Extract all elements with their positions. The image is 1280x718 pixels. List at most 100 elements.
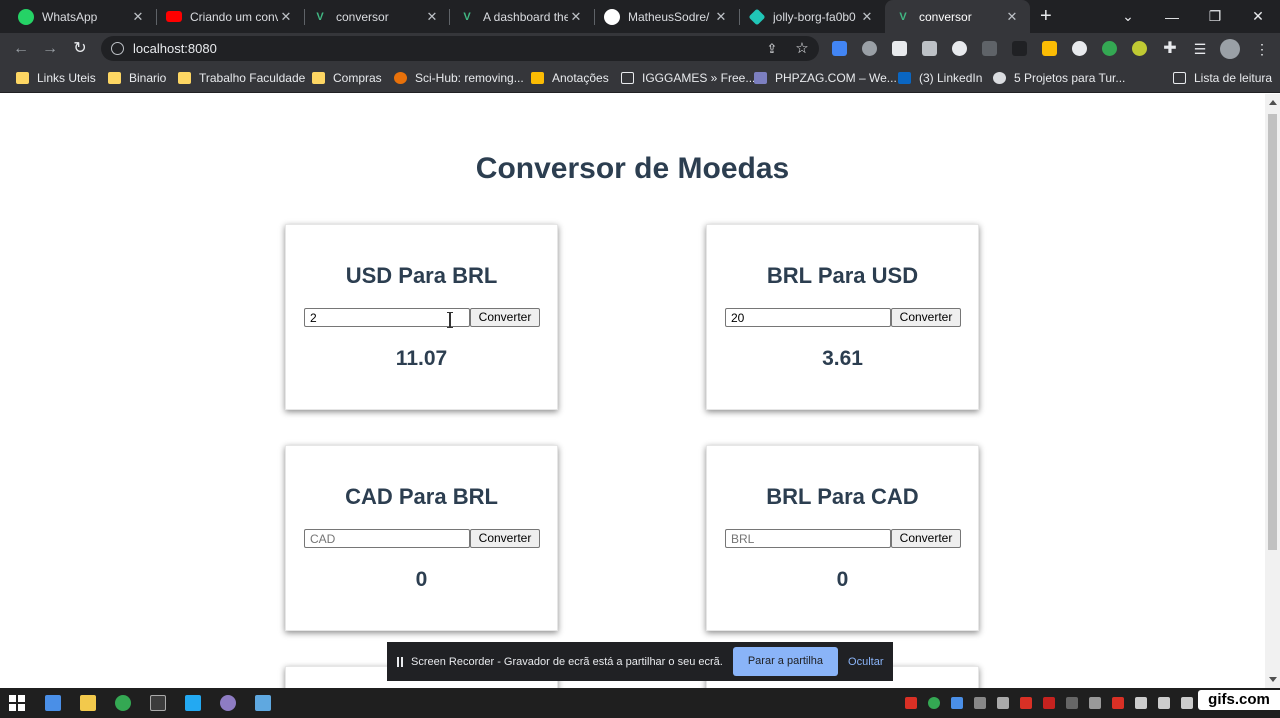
extension-adblock-icon[interactable] bbox=[862, 41, 877, 56]
tray-icon[interactable] bbox=[1043, 697, 1055, 709]
extension-s-icon[interactable] bbox=[922, 41, 937, 56]
windows-start-icon[interactable] bbox=[9, 695, 25, 711]
convert-button[interactable]: Converter bbox=[470, 529, 540, 548]
amount-input[interactable] bbox=[304, 308, 470, 327]
vscode-icon[interactable] bbox=[185, 695, 201, 711]
tray-icon[interactable] bbox=[905, 697, 917, 709]
convert-button[interactable]: Converter bbox=[470, 308, 540, 327]
close-icon[interactable]: ✕ bbox=[130, 9, 146, 25]
extension-icon[interactable] bbox=[982, 41, 997, 56]
card-heading: CAD Para BRL bbox=[345, 484, 498, 509]
amount-input[interactable] bbox=[304, 529, 470, 548]
tab-netlify[interactable]: jolly-borg-fa0b0 ✕ bbox=[739, 0, 885, 33]
tray-icon[interactable] bbox=[1020, 697, 1032, 709]
extension-b-icon[interactable] bbox=[1042, 41, 1057, 56]
card-usd-brl: USD Para BRL Converter 11.07 bbox=[285, 224, 558, 410]
tab-conversor-active[interactable]: V conversor ✕ bbox=[885, 0, 1030, 33]
bookmark-scihub[interactable]: Sci-Hub: removing... bbox=[394, 71, 524, 85]
bookmark-label: Binario bbox=[129, 71, 167, 85]
tray-icon[interactable] bbox=[974, 697, 986, 709]
convert-button[interactable]: Converter bbox=[891, 529, 961, 548]
chrome-icon[interactable] bbox=[115, 695, 131, 711]
menu-icon[interactable]: ⋮ bbox=[1252, 39, 1272, 59]
app-icon[interactable] bbox=[220, 695, 236, 711]
close-icon[interactable]: ✕ bbox=[1004, 9, 1020, 25]
taskview-icon[interactable] bbox=[45, 695, 61, 711]
reading-mode-icon[interactable]: ☰ bbox=[1190, 39, 1210, 59]
file-explorer-icon[interactable] bbox=[80, 695, 96, 711]
bookmark-binario[interactable]: Binario bbox=[108, 71, 166, 85]
extensions-puzzle-icon[interactable]: ✚ bbox=[1160, 39, 1180, 59]
new-tab-button[interactable]: + bbox=[1040, 5, 1058, 28]
close-window-button[interactable]: ✕ bbox=[1236, 0, 1280, 33]
page-scrollbar[interactable] bbox=[1265, 94, 1280, 688]
site-info-icon[interactable] bbox=[111, 42, 124, 55]
minimize-button[interactable]: — bbox=[1150, 0, 1194, 33]
extension-icon[interactable] bbox=[892, 41, 907, 56]
reading-list-button[interactable]: Lista de leitura bbox=[1173, 71, 1272, 85]
close-icon[interactable]: ✕ bbox=[568, 9, 584, 25]
profile-avatar[interactable] bbox=[1220, 39, 1240, 59]
hide-button[interactable]: Ocultar bbox=[848, 656, 883, 668]
scroll-up-icon[interactable] bbox=[1269, 100, 1277, 105]
gifs-watermark: gifs.com bbox=[1198, 690, 1280, 710]
tab-conversor[interactable]: V conversor ✕ bbox=[302, 0, 450, 33]
reading-list-icon bbox=[1173, 72, 1186, 84]
card-heading: BRL Para USD bbox=[766, 263, 919, 288]
share-icon[interactable]: ⇪ bbox=[762, 39, 782, 59]
card-cad-brl: CAD Para BRL Converter 0 bbox=[285, 445, 558, 631]
keep-icon bbox=[531, 72, 544, 84]
tab-youtube[interactable]: Criando um conv ✕ bbox=[156, 0, 304, 33]
bookmark-links-uteis[interactable]: Links Uteis bbox=[16, 71, 96, 85]
close-icon[interactable]: ✕ bbox=[713, 9, 729, 25]
scroll-down-icon[interactable] bbox=[1269, 677, 1277, 682]
forward-button[interactable]: → bbox=[40, 39, 60, 59]
tab-search-button[interactable]: ⌄ bbox=[1106, 0, 1150, 33]
tray-icon[interactable] bbox=[928, 697, 940, 709]
scroll-thumb[interactable] bbox=[1268, 114, 1277, 550]
tray-icon[interactable] bbox=[1112, 697, 1124, 709]
stop-sharing-button[interactable]: Parar a partilha bbox=[732, 647, 839, 676]
bookmark-anotacoes[interactable]: Anotações bbox=[531, 71, 609, 85]
address-bar[interactable]: localhost:8080 bbox=[101, 36, 819, 61]
card-brl-cad: BRL Para CAD Converter 0 bbox=[706, 445, 979, 631]
volume-icon[interactable] bbox=[1181, 697, 1193, 709]
amount-input[interactable] bbox=[725, 529, 891, 548]
bookmark-compras[interactable]: Compras bbox=[312, 71, 382, 85]
tab-dashboard[interactable]: V A dashboard the ✕ bbox=[449, 0, 594, 33]
back-button[interactable]: ← bbox=[11, 39, 31, 59]
reload-button[interactable]: ↻ bbox=[70, 39, 90, 59]
close-icon[interactable]: ✕ bbox=[278, 9, 294, 25]
bookmark-star-icon[interactable]: ☆ bbox=[792, 39, 812, 59]
bookmark-5-projetos[interactable]: 5 Projetos para Tur... bbox=[993, 71, 1125, 85]
discord-icon[interactable] bbox=[997, 697, 1009, 709]
extension-icon[interactable] bbox=[1012, 41, 1027, 56]
extension-grammarly-icon[interactable] bbox=[1102, 41, 1117, 56]
bookmark-trabalho-faculdade[interactable]: Trabalho Faculdade bbox=[178, 71, 305, 85]
tray-icon[interactable] bbox=[1135, 697, 1147, 709]
extension-icon[interactable] bbox=[1132, 41, 1147, 56]
tab-whatsapp[interactable]: WhatsApp ✕ bbox=[8, 0, 156, 33]
screen-share-notice: Screen Recorder - Gravador de ecrã está … bbox=[387, 642, 893, 681]
bookmark-phpzag[interactable]: PHPZAG.COM – We... bbox=[754, 71, 897, 85]
tray-icon[interactable] bbox=[1089, 697, 1101, 709]
close-icon[interactable]: ✕ bbox=[859, 9, 875, 25]
extension-plus-icon[interactable] bbox=[952, 41, 967, 56]
whatsapp-icon bbox=[18, 8, 34, 25]
tab-github[interactable]: MatheusSodre/ ✕ bbox=[594, 0, 739, 33]
restore-button[interactable]: ❐ bbox=[1193, 0, 1237, 33]
network-icon[interactable] bbox=[1158, 697, 1170, 709]
terminal-icon[interactable] bbox=[150, 695, 166, 711]
tab-title: MatheusSodre/ bbox=[628, 9, 710, 24]
bookmark-igggames[interactable]: IGGGAMES » Free... bbox=[621, 71, 755, 85]
steam-icon[interactable] bbox=[951, 697, 963, 709]
tray-icon[interactable] bbox=[1066, 697, 1078, 709]
vue-icon: V bbox=[316, 10, 324, 23]
close-icon[interactable]: ✕ bbox=[424, 9, 440, 25]
app-icon[interactable] bbox=[255, 695, 271, 711]
amount-input[interactable] bbox=[725, 308, 891, 327]
bookmark-linkedin[interactable]: (3) LinkedIn bbox=[898, 71, 982, 85]
extension-screen-recorder-icon[interactable] bbox=[832, 41, 847, 56]
extension-icon[interactable] bbox=[1072, 41, 1087, 56]
convert-button[interactable]: Converter bbox=[891, 308, 961, 327]
